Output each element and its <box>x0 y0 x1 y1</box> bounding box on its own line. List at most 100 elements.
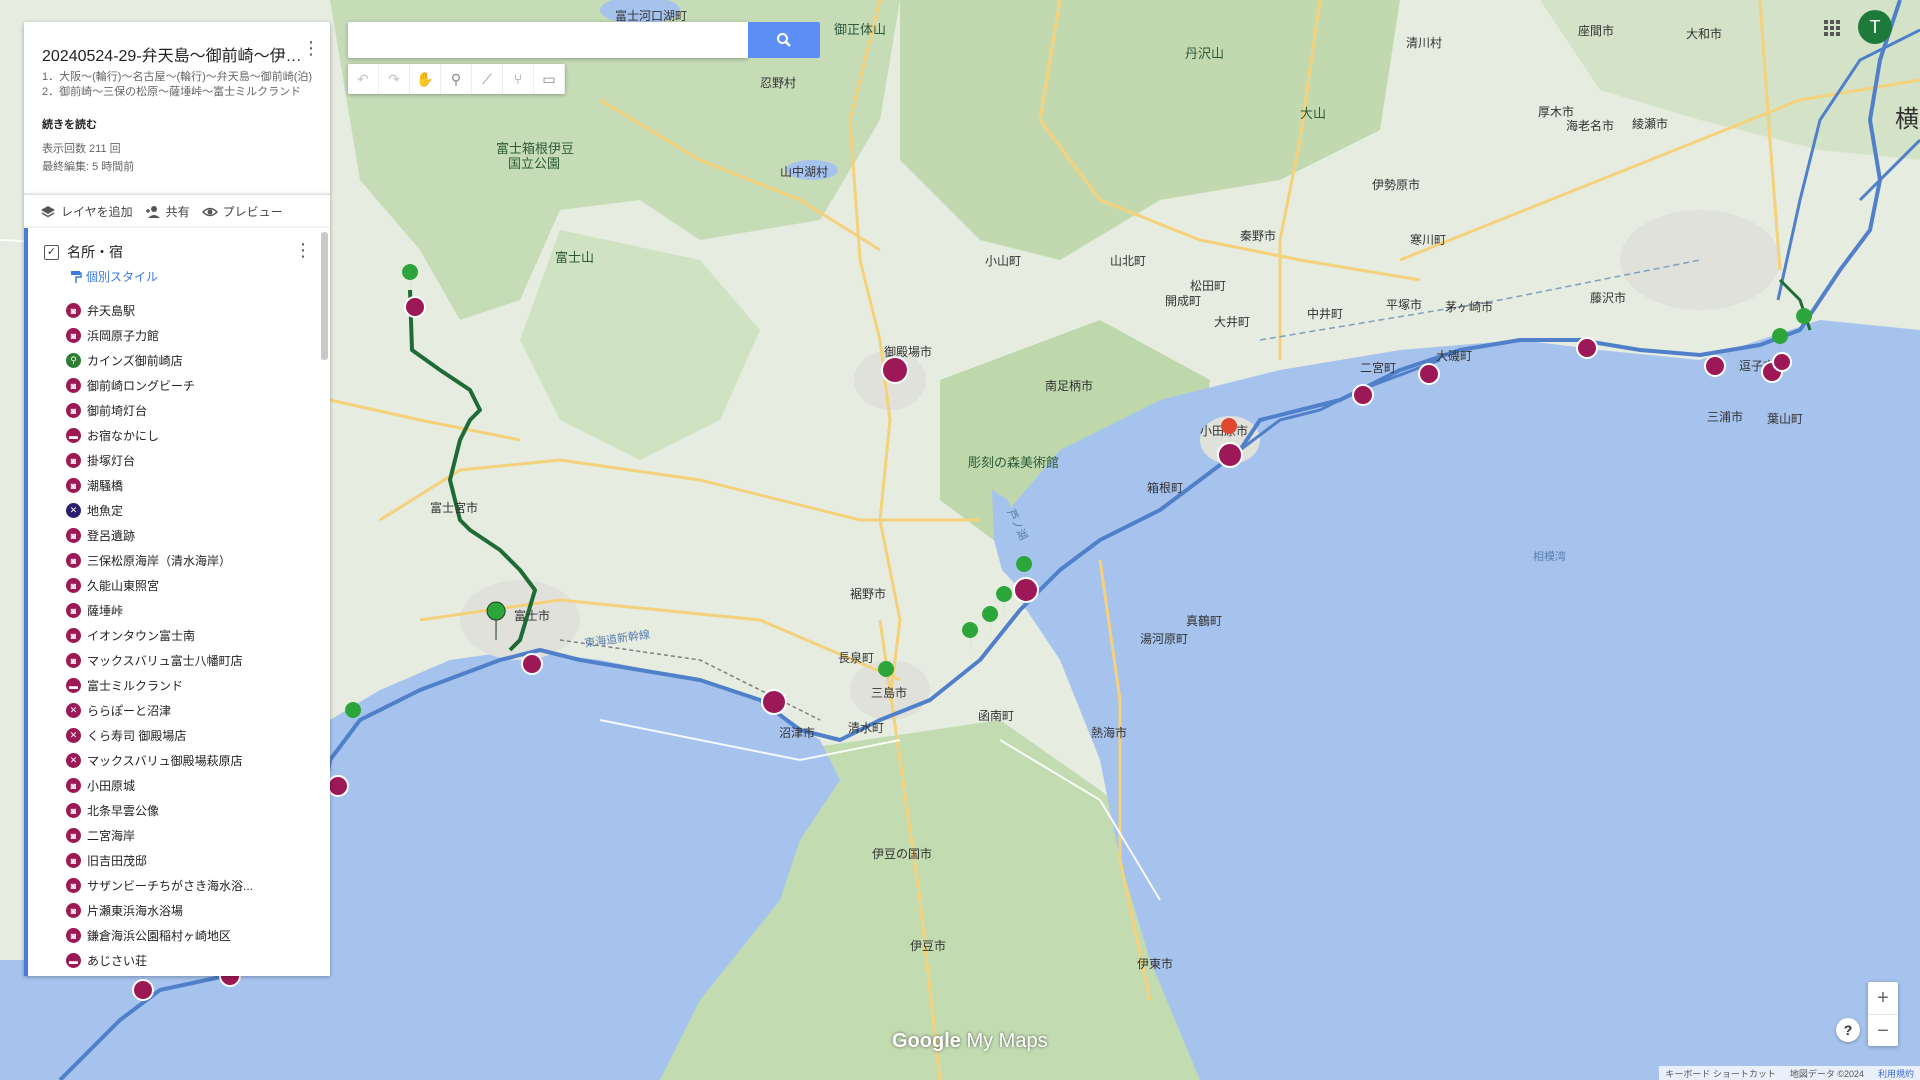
map-marker[interactable] <box>761 689 787 715</box>
place-item[interactable]: ◙ 二宮海岸 <box>66 823 306 848</box>
map-marker[interactable] <box>1772 352 1792 372</box>
draw-line-icon[interactable]: ⟋ <box>472 64 503 94</box>
map-marker[interactable] <box>1704 355 1726 377</box>
svg-text:横: 横 <box>1895 105 1919 133</box>
place-item[interactable]: ◙ 北条早雲公像 <box>66 798 306 823</box>
undo-icon[interactable]: ↶ <box>348 64 379 94</box>
map-marker[interactable] <box>881 356 909 384</box>
redo-icon[interactable]: ↷ <box>379 64 410 94</box>
place-item[interactable]: ◙ 鎌倉海浜公園稲村ヶ崎地区 <box>66 923 306 948</box>
place-item[interactable]: ◙ 御前崎ロングビーチ <box>66 373 306 398</box>
place-item[interactable]: ◙ 三保松原海岸（清水海岸） <box>66 548 306 573</box>
place-item[interactable]: ◙ 御前埼灯台 <box>66 398 306 423</box>
directions-icon[interactable]: ⑂ <box>503 64 534 94</box>
place-item[interactable]: ◙ 小田原城 <box>66 773 306 798</box>
place-item[interactable]: ◙ マックスバリュ富士八幡町店 <box>66 648 306 673</box>
map-marker[interactable] <box>1217 442 1243 468</box>
place-item[interactable]: ⚲ カインズ御前崎店 <box>66 348 306 373</box>
map-marker[interactable] <box>132 979 154 1001</box>
zoom-out-button[interactable]: − <box>1868 1015 1898 1047</box>
map-marker[interactable] <box>327 775 349 797</box>
keyboard-shortcuts-link[interactable]: キーボード ショートカット <box>1665 1067 1776 1080</box>
place-item[interactable]: ◙ 久能山東照宮 <box>66 573 306 598</box>
read-more-link[interactable]: 続きを読む <box>42 116 97 132</box>
place-item[interactable]: ✕ マックスバリュ御殿場萩原店 <box>66 748 306 773</box>
layer-visibility-checkbox[interactable]: ✓ <box>44 244 59 260</box>
map-marker[interactable] <box>404 296 426 318</box>
svg-text:彫刻の森美術館: 彫刻の森美術館 <box>968 456 1059 471</box>
place-item[interactable]: ◙ 片瀬東浜海水浴場 <box>66 898 306 923</box>
svg-text:清水町: 清水町 <box>848 721 884 735</box>
apps-grid-icon[interactable] <box>1820 16 1844 40</box>
map-marker[interactable] <box>1418 363 1440 385</box>
place-item[interactable]: ▬ 富士ミルクランド <box>66 673 306 698</box>
svg-text:開成町: 開成町 <box>1165 294 1201 308</box>
logo-google: Google <box>892 1030 961 1052</box>
place-list: ◙ 弁天島駅 ◙ 浜岡原子力館 ⚲ カインズ御前崎店 ◙ 御前崎ロングビーチ ◙ 御前埼灯台 ▬ お宿… <box>66 298 306 973</box>
share-button[interactable]: 共有 <box>145 203 190 220</box>
map-data-attribution: 地図データ ©2024 <box>1789 1068 1864 1079</box>
place-item[interactable]: ▬ あじさい荘 <box>66 948 306 973</box>
place-item[interactable]: ✕ 地魚定 <box>66 498 306 523</box>
svg-text:秦野市: 秦野市 <box>1240 228 1276 243</box>
google-mymaps-logo: Google My Maps <box>892 1030 1048 1053</box>
map-marker[interactable] <box>1352 384 1374 406</box>
hand-icon[interactable]: ✋ <box>410 64 441 94</box>
camera-icon: ◙ <box>66 803 81 818</box>
search-input[interactable] <box>348 22 748 58</box>
ruler-icon[interactable]: ▭ <box>534 64 565 94</box>
map-marker[interactable] <box>1576 337 1598 359</box>
svg-text:伊勢原市: 伊勢原市 <box>1372 177 1420 192</box>
map-title[interactable]: 20240524-29-弁天島〜御前崎〜伊豆〜鎌倉 <box>42 42 304 66</box>
map-marker[interactable] <box>1013 577 1039 603</box>
place-label: 弁天島駅 <box>87 304 136 318</box>
place-item[interactable]: ◙ 薩埵峠 <box>66 598 306 623</box>
place-item[interactable]: ◙ 旧吉田茂邸 <box>66 848 306 873</box>
layer-more-icon[interactable]: ⋮ <box>294 240 312 261</box>
place-item[interactable]: ◙ サザンビーチちがさき海水浴... <box>66 873 306 898</box>
help-icon[interactable]: ? <box>1836 1018 1860 1042</box>
svg-text:寒川町: 寒川町 <box>1410 232 1446 247</box>
place-item[interactable]: ◙ 潮騒橋 <box>66 473 306 498</box>
style-link[interactable]: 個別スタイル <box>70 268 158 285</box>
svg-text:伊豆の国市: 伊豆の国市 <box>872 846 932 861</box>
bike-icon: ⚲ <box>66 353 81 368</box>
place-label: 浜岡原子力館 <box>87 329 160 343</box>
place-item[interactable]: ✕ ららぽーと沼津 <box>66 698 306 723</box>
place-label: 掛塚灯台 <box>87 454 136 468</box>
svg-text:海老名市: 海老名市 <box>1566 118 1614 133</box>
svg-text:富士箱根伊豆: 富士箱根伊豆 <box>496 141 574 157</box>
place-label: 地魚定 <box>87 504 124 518</box>
title-more-icon[interactable]: ⋮ <box>302 38 320 59</box>
place-item[interactable]: ◙ 掛塚灯台 <box>66 448 306 473</box>
place-item[interactable]: ▬ お宿なかにし <box>66 423 306 448</box>
place-item[interactable]: ◙ 登呂遺跡 <box>66 523 306 548</box>
add-layer-button[interactable]: レイヤを追加 <box>40 203 133 220</box>
preview-label: プレビュー <box>222 205 283 219</box>
account-avatar[interactable]: T <box>1858 10 1892 44</box>
preview-button[interactable]: プレビュー <box>201 203 283 220</box>
map-marker[interactable] <box>521 653 543 675</box>
zoom-in-button[interactable]: + <box>1868 982 1898 1015</box>
search-button[interactable] <box>748 22 820 58</box>
place-label: 御前崎ロングビーチ <box>87 379 196 393</box>
place-label: お宿なかにし <box>87 429 160 443</box>
place-item[interactable]: ✕ くら寿司 御殿場店 <box>66 723 306 748</box>
place-item[interactable]: ◙ イオンタウン富士南 <box>66 623 306 648</box>
place-item[interactable]: ◙ 弁天島駅 <box>66 298 306 323</box>
scrollbar[interactable] <box>321 232 328 360</box>
svg-text:裾野市: 裾野市 <box>850 586 886 601</box>
camera-icon: ◙ <box>66 378 81 393</box>
panel-toolbar: レイヤを追加 共有 プレビュー <box>24 194 330 228</box>
add-marker-icon[interactable]: ⚲ <box>441 64 472 94</box>
map-tools: ↶ ↷ ✋ ⚲ ⟋ ⑂ ▭ <box>348 64 565 94</box>
svg-text:真鶴町: 真鶴町 <box>1186 613 1222 628</box>
last-edited: 最終編集: 5 時間前 <box>42 161 135 173</box>
place-item[interactable]: ◙ 浜岡原子力館 <box>66 323 306 348</box>
place-label: 久能山東照宮 <box>87 579 160 593</box>
svg-text:箱根町: 箱根町 <box>1147 480 1183 495</box>
camera-icon: ◙ <box>66 778 81 793</box>
svg-text:伊豆市: 伊豆市 <box>910 938 946 953</box>
layer-name[interactable]: 名所・宿 <box>67 242 123 262</box>
terms-link[interactable]: 利用規約 <box>1878 1067 1914 1080</box>
